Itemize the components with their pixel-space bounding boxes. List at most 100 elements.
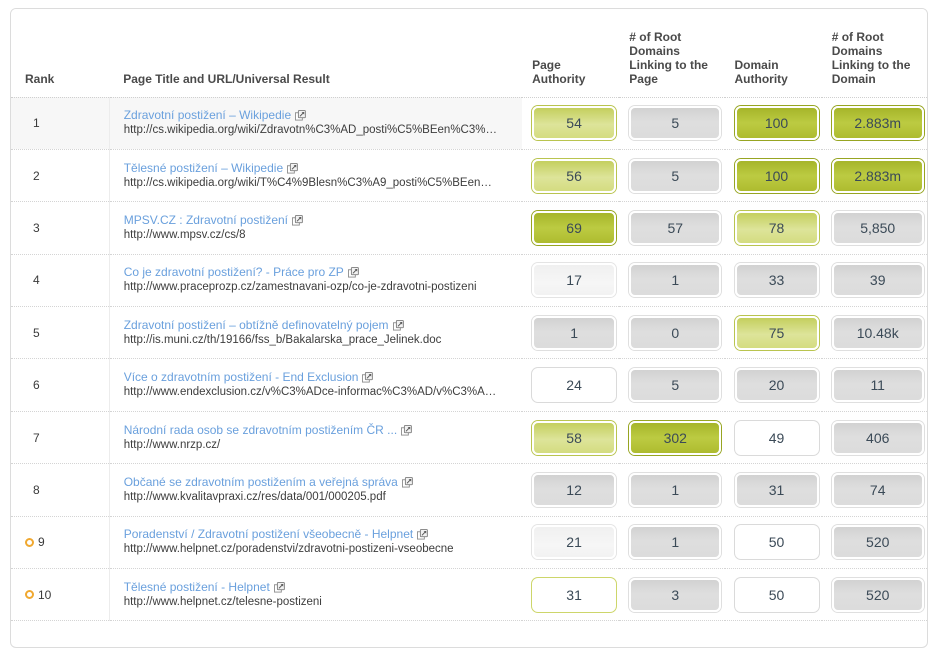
root-domains-domain-badge[interactable]: 11 <box>831 368 924 403</box>
root-domains-page-badge[interactable]: 5 <box>629 368 722 403</box>
page-authority-cell: 1 <box>522 306 620 360</box>
column-header-domain-authority[interactable]: Domain Authority <box>724 9 822 98</box>
column-header-root-domains-page[interactable]: # of Root Domains Linking to the Page <box>619 9 725 98</box>
root-domains-page-badge[interactable]: 302 <box>629 420 722 455</box>
page-authority-badge[interactable]: 12 <box>532 472 617 507</box>
domain-authority-badge[interactable]: 33 <box>734 263 819 298</box>
universal-result-marker-icon <box>25 537 34 547</box>
external-link-icon[interactable] <box>347 267 359 278</box>
external-link-icon[interactable] <box>362 372 374 383</box>
domain-authority-badge[interactable]: 49 <box>734 420 819 455</box>
result-title-line: Co je zdravotní postižení? - Práce pro Z… <box>124 265 516 280</box>
rank-value: 8 <box>33 482 40 497</box>
root-domains-page-badge[interactable]: 1 <box>629 263 722 298</box>
domain-authority-cell: 100 <box>724 149 822 203</box>
result-title-line: Zdravotní postižení – Wikipedie <box>124 108 516 123</box>
page-authority-badge[interactable]: 58 <box>532 420 617 455</box>
domain-authority-badge[interactable]: 100 <box>734 158 819 193</box>
domain-authority-cell: 49 <box>724 411 822 465</box>
root-domains-page-badge[interactable]: 0 <box>629 315 722 350</box>
page-authority-badge[interactable]: 56 <box>532 158 617 193</box>
hdr-line: Authority <box>734 71 788 86</box>
root-domains-page-badge[interactable]: 57 <box>629 210 722 245</box>
hdr-line: # of Root <box>629 29 682 44</box>
page-authority-badge[interactable]: 21 <box>532 525 617 560</box>
page-authority-badge[interactable]: 69 <box>532 210 617 245</box>
serp-metrics-page: Rank Page Title and URL/Universal Result… <box>0 0 940 648</box>
page-authority-cell: 31 <box>522 568 620 622</box>
root-domains-page-cell: 302 <box>619 411 725 465</box>
domain-authority-badge[interactable]: 20 <box>734 368 819 403</box>
column-header-root-domains-domain[interactable]: # of Root Domains Linking to the Domain <box>821 9 927 98</box>
page-authority-badge[interactable]: 31 <box>532 577 617 612</box>
page-authority-badge[interactable]: 24 <box>532 368 617 403</box>
result-url: http://www.helpnet.cz/telesne-postizeni <box>123 595 322 608</box>
page-authority-badge[interactable]: 1 <box>532 315 617 350</box>
column-header-title[interactable]: Page Title and URL/Universal Result <box>109 9 523 98</box>
result-title-link[interactable]: Co je zdravotní postižení? - Práce pro Z… <box>124 265 344 279</box>
rank-wrapper: 10 <box>25 588 108 602</box>
root-domains-domain-badge[interactable]: 5,850 <box>831 210 924 245</box>
external-link-icon[interactable] <box>292 215 303 226</box>
external-link-icon[interactable] <box>273 581 285 593</box>
root-domains-domain-badge[interactable]: 2.883m <box>831 158 924 193</box>
external-link-icon[interactable] <box>295 110 306 121</box>
serp-metrics-table: Rank Page Title and URL/Universal Result… <box>11 9 927 622</box>
column-header-page-authority[interactable]: Page Authority <box>522 9 620 98</box>
table-row: 9 Poradenství / Zdravotní postižení všeob… <box>11 516 927 570</box>
rank-wrapper: 5 <box>25 326 108 340</box>
domain-authority-badge[interactable]: 50 <box>734 577 819 612</box>
page-authority-badge[interactable]: 54 <box>532 106 617 141</box>
root-domains-domain-badge[interactable]: 2.883m <box>831 106 924 141</box>
page-authority-cell: 17 <box>522 254 620 308</box>
result-url: http://www.nrzp.cz/ <box>123 438 221 451</box>
result-title-link[interactable]: Tělesné postižení - Helpnet <box>124 580 270 594</box>
table-row: 8 Občané se zdravotním postižením a veřej… <box>11 463 927 517</box>
root-domains-page-badge[interactable]: 1 <box>629 472 722 507</box>
result-title-line: Více o zdravotním postižení - End Exclus… <box>124 370 516 385</box>
root-domains-page-badge[interactable]: 5 <box>629 106 722 141</box>
root-domains-domain-badge[interactable]: 520 <box>831 525 924 560</box>
domain-authority-badge[interactable]: 31 <box>734 472 819 507</box>
root-domains-domain-badge[interactable]: 10.48k <box>831 315 924 350</box>
column-header-root-domains-page-label: # of Root Domains Linking to the Page <box>629 30 724 86</box>
page-authority-badge[interactable]: 17 <box>532 263 617 298</box>
root-domains-page-cell: 3 <box>619 568 725 622</box>
result-title-link[interactable]: Více o zdravotním postižení - End Exclus… <box>124 370 359 384</box>
root-domains-domain-cell: 5,850 <box>821 201 927 255</box>
root-domains-domain-badge[interactable]: 520 <box>831 577 924 612</box>
rank-value: 3 <box>33 220 40 235</box>
domain-authority-badge[interactable]: 75 <box>734 315 819 350</box>
external-link-icon[interactable] <box>417 529 429 540</box>
column-header-rank[interactable]: Rank <box>11 9 110 98</box>
root-domains-page-badge[interactable]: 1 <box>629 525 722 560</box>
root-domains-domain-badge[interactable]: 74 <box>831 472 924 507</box>
root-domains-domain-badge[interactable]: 39 <box>831 263 924 298</box>
result-title-link[interactable]: Tělesné postižení – Wikipedie <box>124 161 283 175</box>
root-domains-page-badge[interactable]: 5 <box>629 158 722 193</box>
external-link-icon[interactable] <box>401 477 413 488</box>
page-authority-cell: 58 <box>522 411 620 465</box>
result-url: http://www.praceprozp.cz/zamestnavani-oz… <box>123 281 477 294</box>
rank-cell: 2 <box>11 149 110 203</box>
external-link-icon[interactable] <box>287 162 298 174</box>
domain-authority-badge[interactable]: 50 <box>734 525 819 560</box>
hdr-line: Linking to the <box>831 57 911 72</box>
root-domains-domain-badge[interactable]: 406 <box>831 420 924 455</box>
root-domains-page-badge[interactable]: 3 <box>629 577 722 612</box>
result-title-link[interactable]: Občané se zdravotním postižením a veřejn… <box>124 475 398 489</box>
domain-authority-badge[interactable]: 78 <box>734 210 819 245</box>
external-link-icon[interactable] <box>392 319 404 331</box>
result-cell: Zdravotní postižení – Wikipedie http://cs… <box>109 97 523 150</box>
root-domains-page-cell: 57 <box>619 201 725 255</box>
page-authority-cell: 12 <box>522 463 620 517</box>
result-title-link[interactable]: Zdravotní postižení – Wikipedie <box>124 108 291 122</box>
result-title-link[interactable]: Národní rada osob se zdravotním postižen… <box>124 423 397 437</box>
root-domains-domain-cell: 39 <box>821 254 927 308</box>
result-title-link[interactable]: Poradenství / Zdravotní postižení všeobe… <box>124 527 414 541</box>
domain-authority-badge[interactable]: 100 <box>734 106 819 141</box>
external-link-icon[interactable] <box>401 424 412 436</box>
rank-wrapper: 2 <box>25 169 108 183</box>
result-title-link[interactable]: Zdravotní postižení – obtížně definovate… <box>124 318 389 332</box>
result-title-link[interactable]: MPSV.CZ : Zdravotní postižení <box>124 213 288 227</box>
